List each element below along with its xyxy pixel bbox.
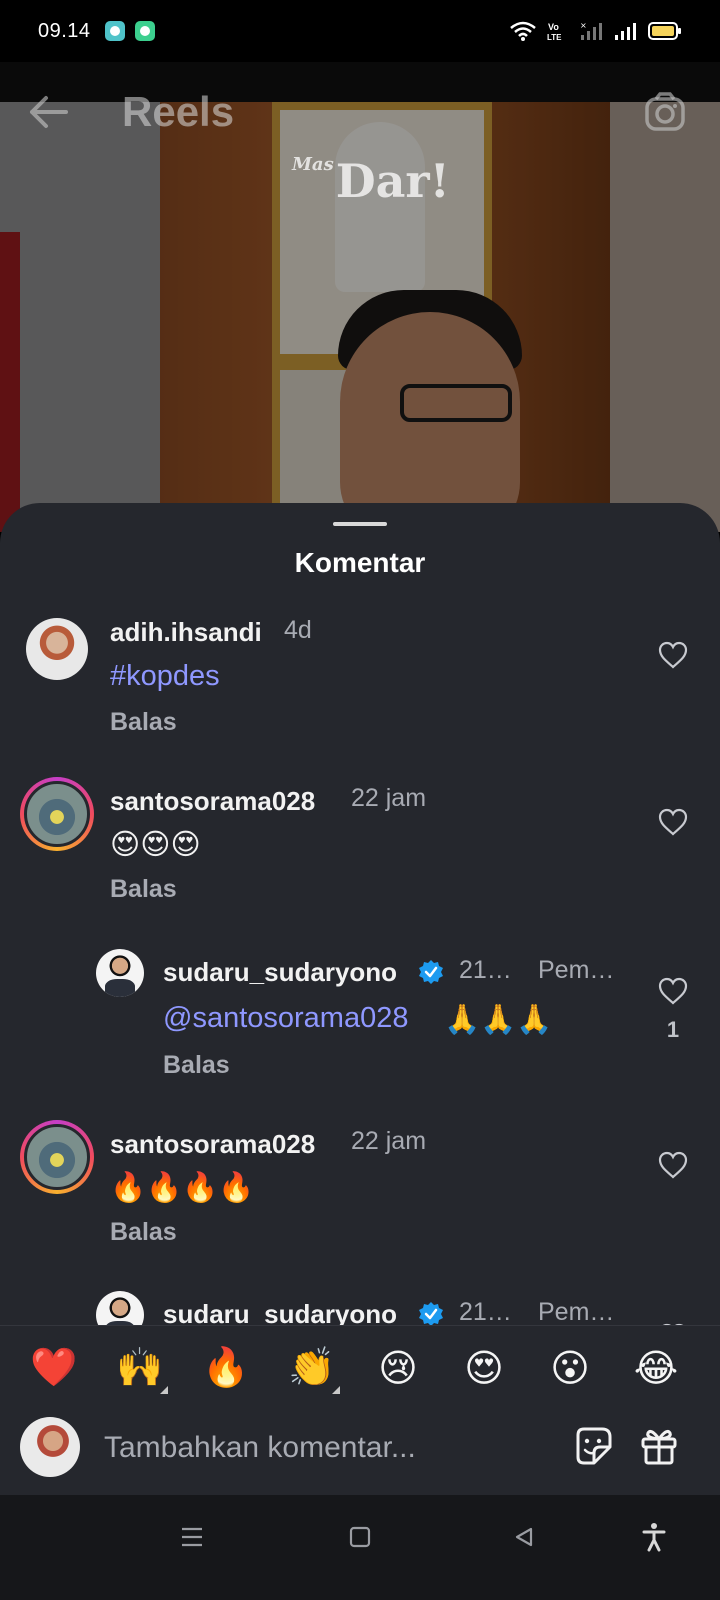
signal-1-icon: × (580, 21, 602, 40)
comment-username[interactable]: sudaru_sudaryono (163, 957, 397, 988)
comment-mention[interactable]: @santosorama028 (163, 1002, 408, 1035)
drag-handle[interactable] (333, 522, 387, 526)
svg-text:Vo: Vo (548, 22, 559, 32)
reels-header: Reels (0, 80, 720, 144)
comment-text: 🙏🙏🙏 (444, 1002, 553, 1036)
avatar[interactable] (20, 1120, 94, 1194)
comment-time: 21… (459, 956, 512, 984)
comment-time: 22 jam (351, 784, 427, 812)
signal-2-icon (615, 23, 636, 40)
back-triangle-icon[interactable] (504, 1517, 544, 1557)
status-indicators: Vo LTE × (510, 21, 682, 41)
page-title: Reels (122, 88, 235, 135)
avatar[interactable] (96, 949, 144, 997)
sticker-icon[interactable] (572, 1425, 614, 1467)
shield-app-icon (134, 21, 155, 41)
heart-icon[interactable] (658, 808, 688, 836)
pinned-label: Pem… (538, 956, 615, 984)
chat-app-icon (104, 21, 125, 41)
pinned-label: Pem… (538, 1298, 615, 1326)
reply-button[interactable]: Balas (110, 875, 177, 904)
heart-icon[interactable] (658, 977, 688, 1005)
comment-username[interactable]: santosorama028 (110, 1129, 315, 1160)
home-icon[interactable] (340, 1517, 380, 1557)
reaction-raising-hands-emoji[interactable]: 🙌 (110, 1338, 170, 1398)
sheet-title: Komentar (294, 547, 426, 578)
reply-button[interactable]: Balas (110, 708, 177, 737)
system-nav-bar (0, 1495, 720, 1600)
comment-time: 21… (459, 1298, 512, 1326)
avatar[interactable] (20, 777, 94, 851)
comment-input-bar (0, 1409, 720, 1495)
comments-list[interactable]: adih.ihsandi 4d #kopdes Balas santosoram… (0, 603, 720, 1353)
comment-input[interactable] (104, 1423, 554, 1473)
status-bar: 09.14 Vo LTE × (0, 0, 720, 62)
avatar[interactable] (26, 618, 88, 680)
verified-badge-icon (419, 960, 443, 984)
video-watermark: MasDar! (292, 154, 450, 208)
comment-username[interactable]: adih.ihsandi (110, 617, 262, 648)
reaction-clapping-emoji[interactable]: 👏 (282, 1338, 342, 1398)
reply-button[interactable]: Balas (163, 1051, 230, 1080)
like-count: 1 (666, 1017, 680, 1042)
gift-icon[interactable] (638, 1425, 680, 1467)
svg-text:LTE: LTE (547, 33, 562, 41)
camera-icon[interactable] (644, 92, 686, 132)
accessibility-icon[interactable] (634, 1517, 674, 1557)
reaction-crying-emoji[interactable]: 😢 (368, 1338, 428, 1398)
volte-icon: Vo LTE (547, 22, 562, 41)
comment-username[interactable]: santosorama028 (110, 786, 315, 817)
comment-time: 4d (284, 616, 312, 644)
status-time: 09.14 (38, 19, 91, 42)
svg-text:×: × (580, 21, 587, 30)
reply-button[interactable]: Balas (110, 1218, 177, 1247)
heart-icon[interactable] (658, 641, 688, 669)
reaction-surprised-emoji[interactable]: 😮 (540, 1338, 600, 1398)
verified-badge-icon (419, 1302, 443, 1326)
menu-icon[interactable] (172, 1517, 212, 1557)
reaction-heart-eyes-emoji[interactable]: 😍 (454, 1338, 514, 1398)
heart-icon[interactable] (658, 1151, 688, 1179)
reaction-fire-emoji[interactable]: 🔥 (196, 1338, 256, 1398)
reaction-glyph: 👏 (288, 1347, 336, 1389)
comment-text: 🔥🔥🔥🔥 (110, 1170, 255, 1204)
comment-hashtag[interactable]: #kopdes (110, 660, 220, 693)
reaction-glyph: 🙌 (116, 1347, 164, 1389)
reaction-laughing-emoji[interactable]: 😂 (626, 1338, 686, 1398)
emoji-reaction-bar: ❤️ 🙌 🔥 👏 😢 😍 😮 😂 (0, 1325, 720, 1409)
reaction-heart-emoji[interactable]: ❤️ (24, 1338, 84, 1398)
arrow-left-icon[interactable] (26, 92, 70, 132)
comment-time: 22 jam (351, 1127, 427, 1155)
battery-icon (648, 22, 681, 40)
wifi-icon (510, 21, 536, 41)
comment-text: 😍😍😍 (110, 827, 201, 861)
my-avatar (20, 1417, 80, 1477)
